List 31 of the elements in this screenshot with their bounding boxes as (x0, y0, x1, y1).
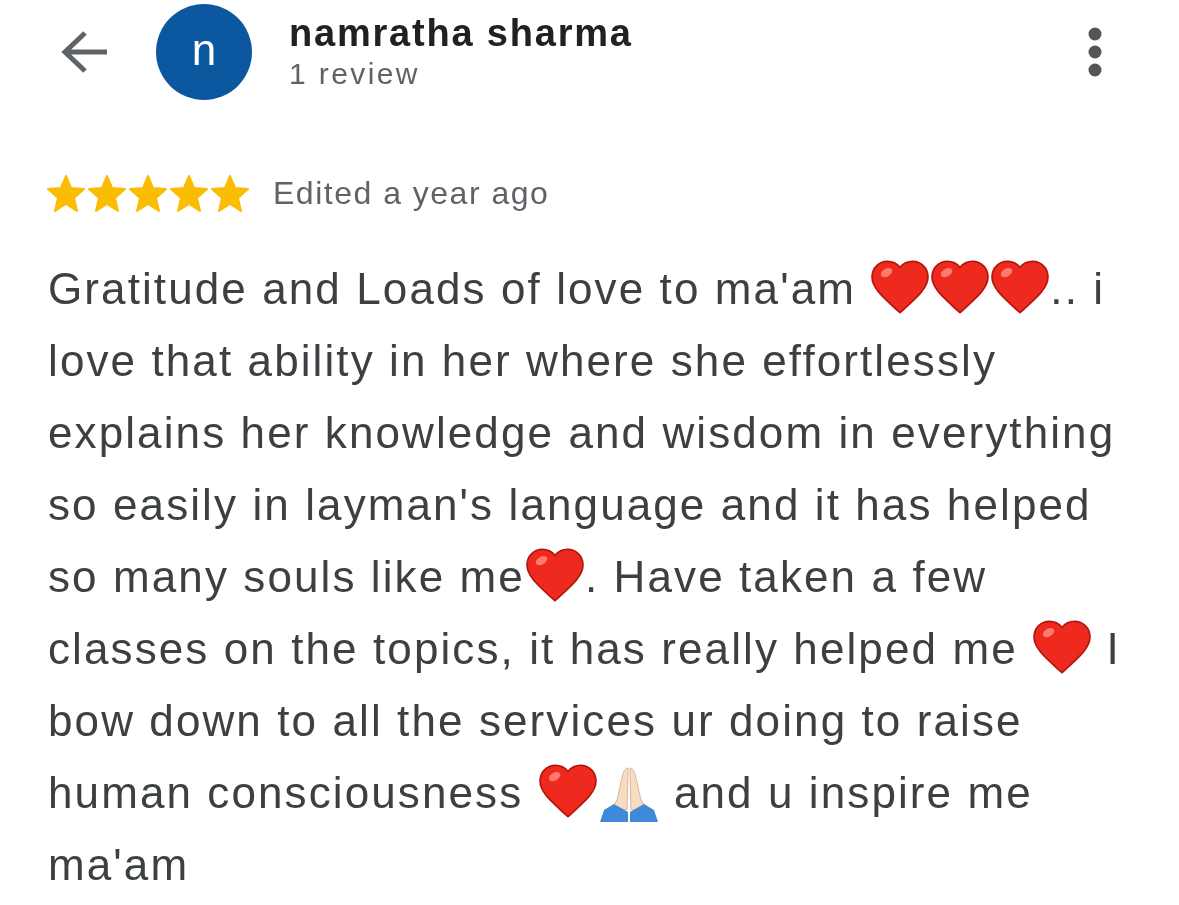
review-text: so easily in layman's language and it has helped (48, 480, 1092, 529)
reviewer-name: namratha sharma (289, 12, 633, 54)
heart-icon (990, 260, 1051, 314)
review-count: 1 review (289, 56, 420, 92)
review-text: human consciousness (48, 768, 525, 817)
heart-icon (930, 260, 991, 314)
review-text: . Have taken a few (584, 552, 988, 601)
review-text: explains her knowledge and wisdom in everything (48, 408, 1116, 457)
star-icon (47, 174, 85, 212)
heart-icon (537, 764, 598, 818)
avatar: n (156, 4, 252, 100)
heart-icon (524, 548, 585, 602)
review-date: Edited a year ago (273, 174, 550, 213)
star-icon (170, 174, 208, 212)
review-text: classes on the topics, it has really helped me (48, 624, 1019, 673)
review-text: I (1105, 624, 1121, 673)
star-icon (211, 174, 249, 212)
review-text: bow down to all the services ur doing to raise (48, 696, 1023, 745)
more-icon (1088, 27, 1102, 77)
star-icon (88, 174, 126, 212)
heart-icon (1032, 620, 1093, 674)
star-icon (129, 174, 167, 212)
folded-hands-icon (597, 766, 660, 822)
review-text: ma'am (48, 840, 190, 889)
review-text: so many souls like me (48, 552, 525, 601)
review-text: Gratitude and Loads of love to ma'am (48, 264, 857, 313)
back-icon (59, 30, 109, 74)
heart-icon (870, 260, 931, 314)
review-text: and u inspire me (672, 768, 1033, 817)
review-text: .. i (1050, 264, 1106, 313)
review-text: love that ability in her where she effortlessly (48, 336, 997, 385)
